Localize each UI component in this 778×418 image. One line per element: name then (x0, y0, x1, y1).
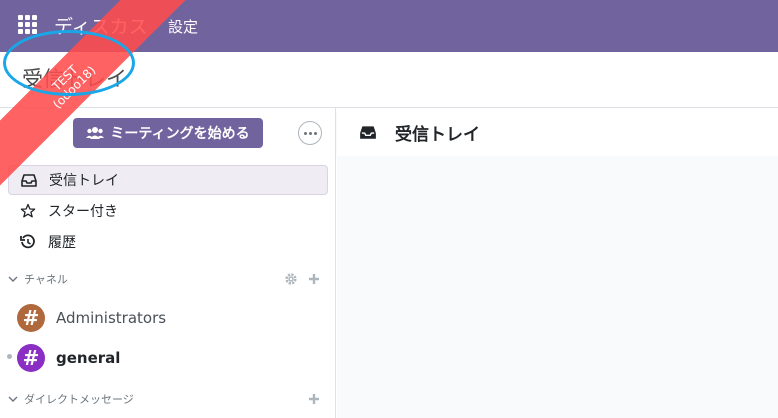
start-meeting-button[interactable]: ミーティングを始める (73, 118, 263, 148)
gear-icon[interactable] (284, 272, 298, 286)
channel-name: general (56, 349, 121, 367)
start-meeting-label: ミーティングを始める (110, 126, 250, 142)
thread-title: 受信トレイ (395, 124, 480, 145)
add-channel-icon[interactable] (308, 273, 320, 285)
users-icon (86, 127, 105, 139)
hashtag-icon: # (17, 344, 45, 372)
dot-icon (303, 131, 307, 135)
channel-general[interactable]: # general (17, 343, 120, 373)
sidebar-item-label: 履歴 (48, 235, 76, 251)
channel-administrators[interactable]: # Administrators (17, 303, 166, 333)
sidebar-item-inbox[interactable]: 受信トレイ (8, 165, 328, 195)
direct-messages-header-label: ダイレクトメッセージ (24, 393, 134, 406)
discuss-sidebar: ミーティングを始める 受信トレイ スター付き 履歴 チャネル # Adminis… (0, 108, 336, 418)
channel-name: Administrators (56, 309, 167, 327)
hashtag-icon: # (17, 304, 45, 332)
apps-menu-icon[interactable] (18, 15, 38, 35)
thread-header: 受信トレイ (337, 108, 778, 156)
sidebar-item-label: 受信トレイ (49, 173, 119, 189)
thread-messages-area (337, 156, 778, 418)
chevron-down-icon (8, 396, 18, 402)
direct-messages-section-header[interactable]: ダイレクトメッセージ (8, 389, 328, 409)
unread-indicator (7, 354, 12, 359)
dot-icon (313, 131, 317, 135)
add-chat-icon[interactable] (308, 393, 320, 405)
chevron-down-icon (8, 276, 18, 282)
sidebar-item-label: スター付き (48, 204, 118, 220)
highlight-ring (3, 30, 135, 96)
history-icon (18, 234, 38, 250)
inbox-icon (19, 173, 39, 187)
menu-settings[interactable]: 設定 (168, 16, 198, 37)
channels-section-header[interactable]: チャネル (8, 269, 328, 289)
sidebar-item-history[interactable]: 履歴 (8, 227, 328, 257)
channels-header-label: チャネル (24, 273, 68, 286)
dot-icon (308, 131, 312, 135)
more-options-button[interactable] (298, 121, 322, 145)
inbox-icon (359, 125, 377, 140)
star-icon (18, 203, 38, 219)
sidebar-item-starred[interactable]: スター付き (8, 196, 328, 226)
